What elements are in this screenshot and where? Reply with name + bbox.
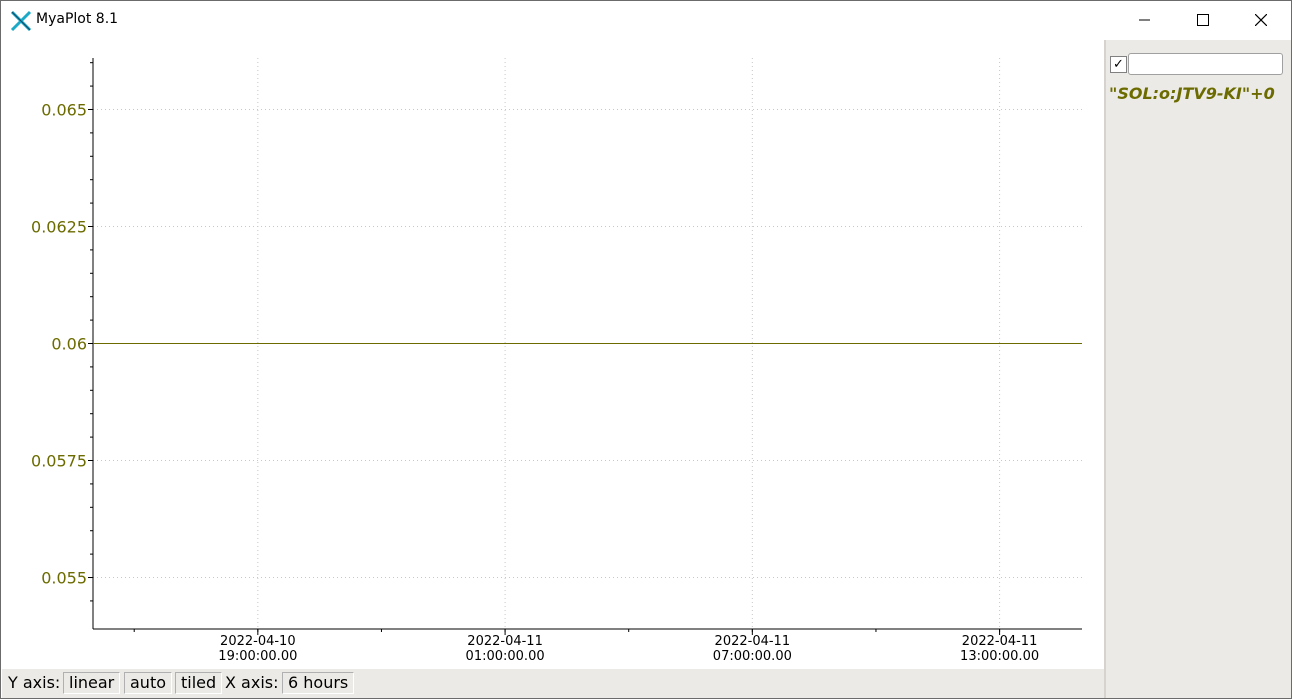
x-tick-date-label: 2022-04-11 xyxy=(962,634,1038,649)
minimize-button[interactable] xyxy=(1116,1,1174,39)
y-tick-label: 0.055 xyxy=(41,569,87,588)
y-tick-label: 0.0575 xyxy=(31,452,87,471)
y-range-button[interactable]: auto xyxy=(124,672,173,694)
minimize-icon xyxy=(1139,19,1150,21)
x-tick-date-label: 2022-04-11 xyxy=(467,634,543,649)
x-axis-label: X axis: xyxy=(225,673,279,692)
maximize-button[interactable] xyxy=(1174,1,1232,39)
legend-panel: ✓ "SOL:o:JTV9-KI"+0 xyxy=(1106,40,1291,698)
x-tick-date-label: 2022-04-10 xyxy=(220,634,296,649)
app-logo-icon xyxy=(10,10,32,32)
x-tick-date-label: 2022-04-11 xyxy=(715,634,791,649)
layout-button[interactable]: tiled xyxy=(175,672,223,694)
y-scale-button[interactable]: linear xyxy=(63,672,121,694)
maximize-icon xyxy=(1197,14,1209,26)
x-tick-time-label: 01:00:00.00 xyxy=(466,649,545,664)
line-chart[interactable]: 0.065 0.0625 0.06 0.0575 0.055 2022-04-1019:0… xyxy=(2,40,1097,669)
series-label[interactable]: "SOL:o:JTV9-KI"+0 xyxy=(1109,84,1275,103)
window-title: MyaPlot 8.1 xyxy=(36,11,119,27)
y-tick-label: 0.065 xyxy=(41,100,87,119)
series-visibility-checkbox[interactable]: ✓ xyxy=(1110,56,1127,73)
x-tick-time-label: 07:00:00.00 xyxy=(713,649,792,664)
plot-area[interactable]: 0.065 0.0625 0.06 0.0575 0.055 2022-04-10 19:0… xyxy=(2,40,1097,669)
y-axis-label: Y axis: xyxy=(8,673,61,692)
title-bar[interactable]: MyaPlot 8.1 xyxy=(1,1,1291,39)
legend-text-input[interactable] xyxy=(1128,53,1283,75)
status-bar: Y axis: linear auto tiled X axis: 6 hour… xyxy=(2,669,1104,698)
y-tick-label: 0.0625 xyxy=(31,217,87,236)
x-tick-time-label: 19:00:00.00 xyxy=(218,649,297,664)
x-span-button[interactable]: 6 hours xyxy=(282,672,355,694)
x-tick-time-label: 13:00:00.00 xyxy=(960,649,1039,664)
y-tick-label: 0.06 xyxy=(51,335,87,354)
close-icon xyxy=(1255,14,1267,26)
main-window: MyaPlot 8.1 0.065 0.0625 0.06 0.0575 0.055 20… xyxy=(0,0,1292,699)
close-button[interactable] xyxy=(1232,1,1290,39)
